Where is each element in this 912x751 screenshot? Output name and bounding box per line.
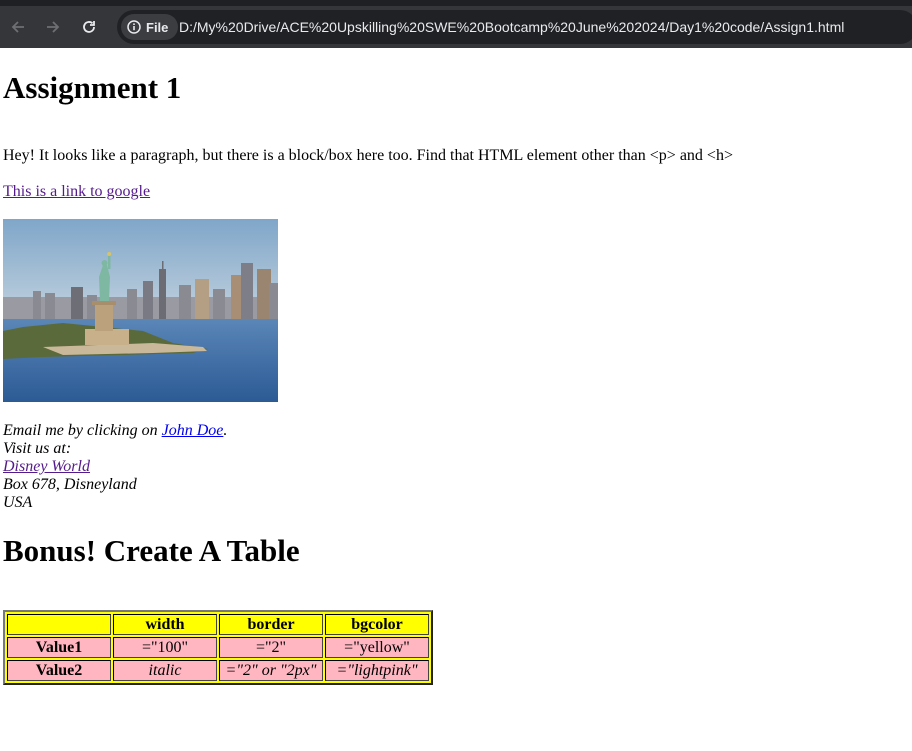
reload-button[interactable]	[75, 13, 103, 41]
email-suffix: .	[223, 422, 228, 439]
table-cell: ="100"	[113, 637, 217, 658]
table-cell: ="yellow"	[325, 637, 429, 658]
table-header-cell: width	[113, 614, 217, 635]
visit-label: Visit us at:	[3, 440, 72, 457]
email-prefix: Email me by clicking on	[3, 422, 162, 439]
url-text[interactable]: D:/My%20Drive/ACE%20Upskilling%20SWE%20B…	[179, 10, 844, 44]
table-row-label: Value1	[7, 637, 111, 658]
arrow-left-icon	[11, 21, 24, 33]
address-block: Email me by clicking on John Doe. Visit …	[3, 422, 227, 512]
table-header-cell	[7, 614, 111, 635]
address-box: Box 678, Disneyland	[3, 476, 137, 493]
email-link[interactable]: John Doe	[162, 422, 224, 439]
table-row: Value2 italic ="2" or "2px" ="lightpink"	[7, 660, 429, 681]
table-row-label: Value2	[7, 660, 111, 681]
table-cell: ="lightpink"	[325, 660, 429, 681]
statue-of-liberty-photo	[3, 219, 278, 402]
back-button[interactable]	[4, 13, 32, 41]
table-row: Value1 ="100" ="2" ="yellow"	[7, 637, 429, 658]
google-link[interactable]: This is a link to google	[3, 183, 150, 201]
bonus-heading: Bonus! Create A Table	[3, 533, 300, 568]
page-title: Assignment 1	[3, 70, 182, 105]
table-header-row: width border bgcolor	[7, 614, 429, 635]
reload-icon	[83, 21, 95, 33]
table-cell: ="2"	[219, 637, 323, 658]
browser-toolbar: File D:/My%20Drive/ACE%20Upskilling%20SW…	[0, 0, 912, 48]
disney-world-link[interactable]: Disney World	[3, 458, 90, 475]
site-info-chip[interactable]: File	[121, 14, 179, 40]
table-header-cell: bgcolor	[325, 614, 429, 635]
forward-button[interactable]	[39, 13, 67, 41]
attributes-table: width border bgcolor Value1 ="100" ="2" …	[3, 610, 433, 685]
table-cell: ="2" or "2px"	[219, 660, 323, 681]
address-bar[interactable]: File D:/My%20Drive/ACE%20Upskilling%20SW…	[117, 10, 912, 44]
chip-label: File	[146, 19, 169, 35]
address-country: USA	[3, 494, 33, 511]
arrow-right-icon	[47, 21, 60, 33]
info-icon	[127, 20, 141, 34]
table-cell: italic	[113, 660, 217, 681]
intro-paragraph: Hey! It looks like a paragraph, but ther…	[3, 147, 733, 164]
table-header-cell: border	[219, 614, 323, 635]
